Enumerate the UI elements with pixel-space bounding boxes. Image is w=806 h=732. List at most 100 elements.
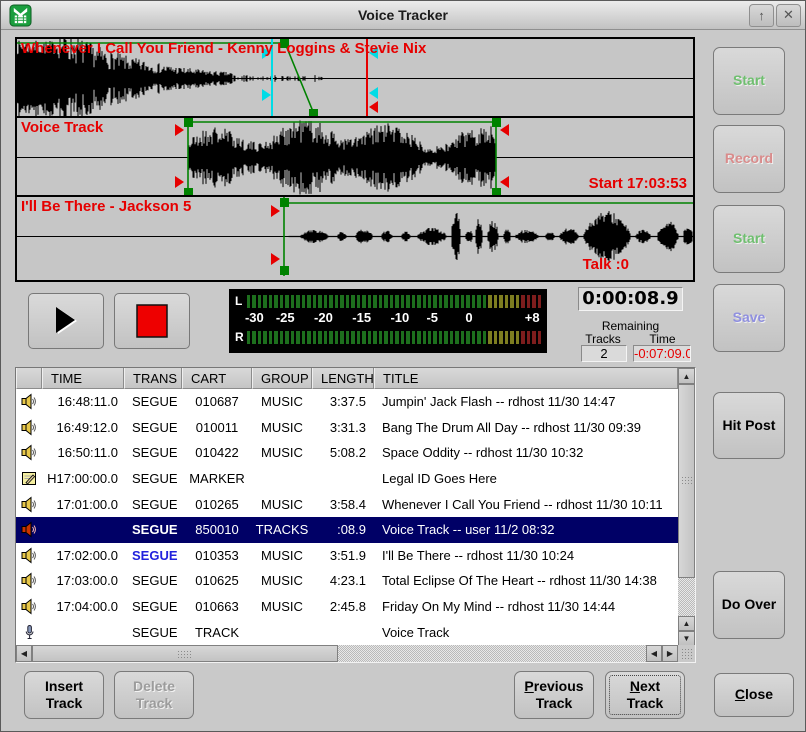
end-marker-handle[interactable]	[500, 176, 509, 188]
start-marker-handle[interactable]	[175, 124, 184, 136]
fade-handle[interactable]	[492, 188, 501, 197]
fade-handle[interactable]	[280, 266, 289, 275]
end-marker-handle[interactable]	[369, 101, 378, 113]
do-over-button[interactable]: Do Over	[713, 571, 785, 639]
start-marker-handle[interactable]	[175, 176, 184, 188]
delete-track-button[interactable]: Delete Track	[114, 671, 194, 719]
column-header-title[interactable]: TITLE	[374, 368, 678, 389]
log-row[interactable]: 16:49:12.0SEGUE010011MUSIC3:31.3Bang The…	[16, 415, 678, 441]
previous-track-label-1: Previous	[524, 678, 583, 696]
maximize-button[interactable]: ↑	[749, 4, 774, 27]
meter-segment	[532, 331, 535, 344]
meter-segment	[307, 295, 310, 308]
fade-handle[interactable]	[280, 198, 289, 207]
cell-length: :08.9	[312, 522, 374, 537]
waveform-track-3[interactable]: I'll Be There - Jackson 5 Talk :0	[17, 197, 693, 276]
scroll-down-button[interactable]: ▼	[678, 631, 695, 646]
scroll-left-button-2[interactable]: ◀	[646, 645, 662, 662]
waveform-track-2[interactable]: Voice Track Start 17:03:53	[17, 118, 693, 197]
log-row[interactable]: 17:02:00.0SEGUE010353MUSIC3:51.9I'll Be …	[16, 543, 678, 569]
cell-length: 3:58.4	[312, 497, 374, 512]
log-row[interactable]: SEGUE850010TRACKS:08.9Voice Track -- use…	[16, 517, 678, 543]
meter-segment	[362, 295, 365, 308]
close-window-button[interactable]: ✕	[776, 4, 801, 27]
meter-segment	[494, 295, 497, 308]
meter-segment	[450, 295, 453, 308]
meter-segment	[406, 331, 409, 344]
column-header-group[interactable]: GROUP	[252, 368, 312, 389]
speaker-icon	[16, 547, 42, 564]
start-fade-button[interactable]: Start	[713, 47, 785, 115]
horizontal-scroll-thumb[interactable]	[32, 645, 338, 662]
previous-track-button[interactable]: Previous Track	[514, 671, 594, 719]
cell-title: Space Oddity -- rdhost 11/30 10:32	[374, 445, 678, 460]
vertical-scrollbar[interactable]: ▲ ▲ ▼	[678, 368, 695, 646]
scroll-left-button[interactable]: ◀	[16, 645, 32, 662]
save-button[interactable]: Save	[713, 284, 785, 352]
log-row[interactable]: 17:03:00.0SEGUE010625MUSIC4:23.1Total Ec…	[16, 568, 678, 594]
column-header-cart[interactable]: CART	[182, 368, 252, 389]
meter-segment	[252, 331, 255, 344]
fade-handle[interactable]	[492, 118, 501, 127]
start-marker-handle[interactable]	[271, 253, 280, 265]
vertical-scroll-thumb[interactable]	[678, 384, 695, 578]
log-row[interactable]: H17:00:00.0SEGUEMARKERLegal ID Goes Here	[16, 466, 678, 492]
cell-length: 3:37.5	[312, 394, 374, 409]
fade-handle[interactable]	[184, 118, 193, 127]
fade-handle[interactable]	[309, 109, 318, 118]
meter-segment	[483, 295, 486, 308]
play-button[interactable]	[28, 293, 104, 349]
log-row[interactable]: SEGUETRACKVoice Track	[16, 619, 678, 645]
left-channel-label: L	[235, 294, 247, 308]
track-3-talk-time: Talk :0	[583, 256, 629, 273]
right-channel-label: R	[235, 330, 247, 344]
cell-title: Legal ID Goes Here	[374, 471, 678, 486]
horizontal-scrollbar[interactable]: ◀ ◀ ▶	[16, 645, 678, 662]
meter-segment	[269, 295, 272, 308]
close-button[interactable]: Close	[714, 673, 794, 717]
scroll-up-button-2[interactable]: ▲	[678, 616, 695, 631]
hit-post-label: Hit Post	[723, 417, 776, 435]
column-header-icon[interactable]	[16, 368, 42, 389]
meter-segment	[280, 295, 283, 308]
log-row[interactable]: 16:48:11.0SEGUE010687MUSIC3:37.5Jumpin' …	[16, 389, 678, 415]
segue-marker-handle[interactable]	[262, 89, 271, 101]
titlebar: Voice Tracker ↑ ✕	[1, 1, 805, 30]
meter-segment	[412, 295, 415, 308]
waveform-track-1[interactable]: Whenever I Call You Friend - Kenny Loggi…	[17, 39, 693, 118]
start-marker-handle[interactable]	[271, 205, 280, 217]
stop-button[interactable]	[114, 293, 190, 349]
hit-post-button[interactable]: Hit Post	[713, 392, 785, 459]
horizontal-scroll-trough[interactable]	[338, 645, 646, 662]
log-row[interactable]: 17:01:00.0SEGUE010265MUSIC3:58.4Whenever…	[16, 491, 678, 517]
cell-trans: SEGUE	[124, 548, 182, 563]
column-header-trans[interactable]: TRANS	[124, 368, 182, 389]
resize-grip	[681, 648, 693, 660]
scroll-up-button[interactable]: ▲	[678, 368, 695, 384]
meter-segment	[433, 295, 436, 308]
meter-segment	[379, 295, 382, 308]
record-button[interactable]: Record	[713, 125, 785, 193]
fade-handle[interactable]	[184, 188, 193, 197]
log-row[interactable]: 16:50:11.0SEGUE010422MUSIC5:08.2Space Od…	[16, 440, 678, 466]
vertical-scroll-trough[interactable]	[678, 578, 695, 616]
cell-group: MUSIC	[252, 573, 312, 588]
next-track-button[interactable]: Next Track	[605, 671, 685, 719]
column-header-length[interactable]: LENGTH	[312, 368, 374, 389]
cell-cart: 010625	[182, 573, 252, 588]
remaining-time-label: Time	[634, 332, 691, 346]
log-row[interactable]: 17:04:00.0SEGUE010663MUSIC2:45.8Friday O…	[16, 594, 678, 620]
cell-title: Voice Track	[374, 625, 678, 640]
insert-track-button[interactable]: Insert Track	[24, 671, 104, 719]
column-header-time[interactable]: TIME	[42, 368, 124, 389]
save-label: Save	[733, 309, 766, 327]
meter-segment	[494, 331, 497, 344]
end-marker-handle[interactable]	[500, 124, 509, 136]
cell-length: 5:08.2	[312, 445, 374, 460]
meter-segment	[258, 295, 261, 308]
cell-trans: SEGUE	[124, 625, 182, 640]
cell-length: 2:45.8	[312, 599, 374, 614]
scroll-right-button[interactable]: ▶	[662, 645, 678, 662]
segue-marker-handle[interactable]	[369, 87, 378, 99]
start-next-button[interactable]: Start	[713, 205, 785, 273]
